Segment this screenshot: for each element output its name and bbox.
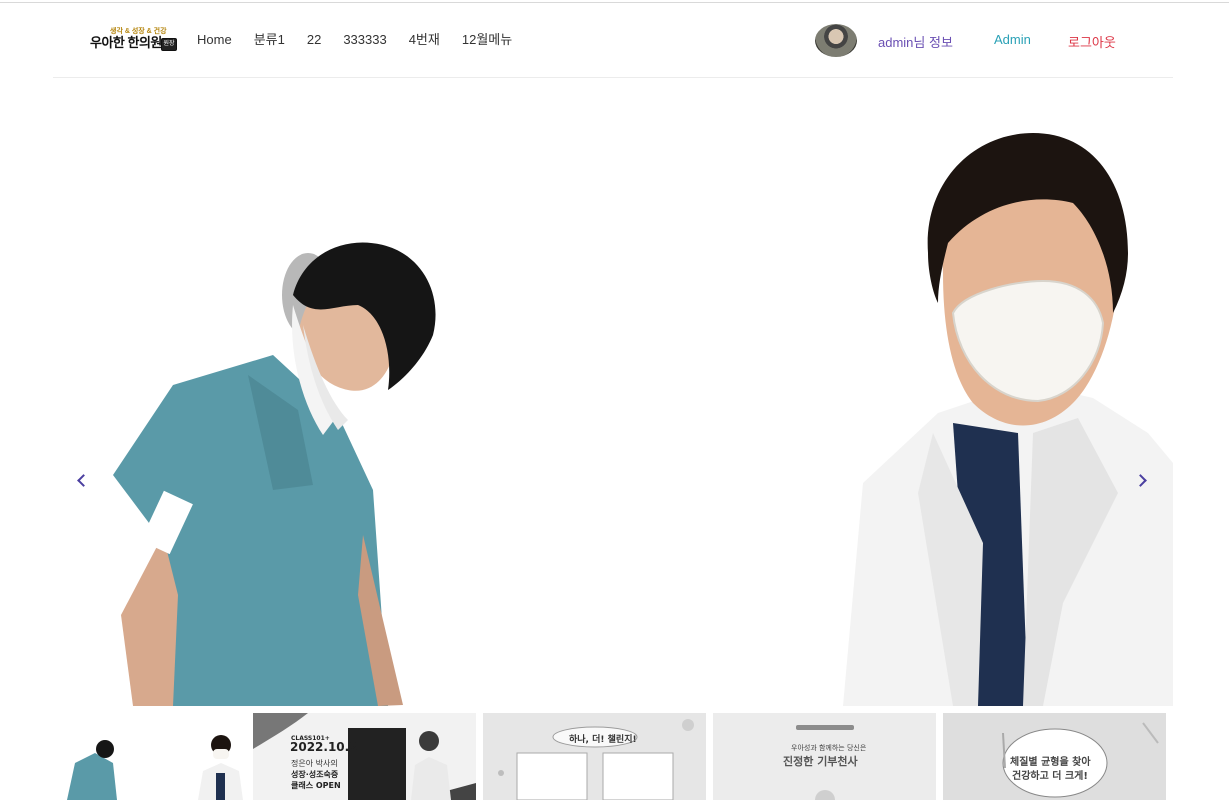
doctor-whitecoat-photo	[843, 133, 1173, 706]
donation-title: 진정한 기부천사	[783, 755, 858, 768]
thumbnail-challenge-banner[interactable]: 하나, 더! 챌린지!	[483, 713, 706, 800]
nav-4th[interactable]: 4번재	[409, 31, 440, 49]
user-info-link[interactable]: admin님 정보	[878, 32, 953, 51]
site-header: 생각 & 성장 & 건강 우아한 한의원 원장 Home 분류1 22 3333…	[53, 3, 1173, 78]
class-banner-decoration	[253, 713, 476, 800]
thumbnail-class-banner[interactable]: CLASS101+ 2022.10.21 정은아 박사의 성장·성조숙증 클래스…	[253, 713, 476, 800]
thumbnail-donation-banner[interactable]: 우아성과 함께하는 당신은 진정한 기부천사	[713, 713, 936, 800]
doctor-scrubs-photo	[113, 242, 436, 706]
nav-december-menu[interactable]: 12월메뉴	[462, 31, 512, 49]
nav-category1[interactable]: 분류1	[254, 31, 285, 49]
hero-carousel	[53, 95, 1173, 706]
user-avatar[interactable]	[815, 24, 857, 57]
nav-home[interactable]: Home	[197, 31, 232, 49]
donation-line1: 우아성과 함께하는 당신은	[791, 744, 867, 752]
chevron-right-icon	[1133, 473, 1147, 487]
nav-333333[interactable]: 333333	[343, 31, 386, 49]
site-logo[interactable]: 생각 & 성장 & 건강 우아한 한의원 원장	[90, 28, 177, 54]
challenge-banner-decoration	[498, 719, 694, 800]
main-nav: Home 분류1 22 333333 4번재 12월메뉴	[197, 31, 534, 49]
nav-22[interactable]: 22	[307, 31, 321, 49]
admin-link[interactable]: Admin	[994, 32, 1031, 47]
health-line2: 건강하고 더 크게!	[1012, 771, 1088, 782]
thumbnail-strip: CLASS101+ 2022.10.21 정은아 박사의 성장·성조숙증 클래스…	[53, 713, 1229, 800]
logo-badge: 원장	[161, 38, 177, 51]
logo-tagline: 생각 & 성장 & 건강	[110, 28, 167, 35]
class-line3: 클래스 OPEN	[291, 781, 341, 790]
thumbnail-health-banner[interactable]: 체질별 균형을 찾아 건강하고 더 크게!	[943, 713, 1166, 800]
carousel-next-button[interactable]	[1127, 465, 1157, 495]
chevron-left-icon	[76, 473, 90, 487]
class-line2: 성장·성조숙증	[291, 770, 339, 779]
carousel-prev-button[interactable]	[66, 465, 96, 495]
challenge-title: 하나, 더! 챌린지!	[569, 735, 637, 745]
logo-name: 우아한 한의원	[90, 35, 162, 50]
thumbnail-doctors[interactable]	[53, 713, 248, 800]
doctors-thumbnail-image	[67, 735, 243, 800]
class-line1: 정은아 박사의	[291, 759, 338, 768]
class-date: 2022.10.21	[290, 740, 366, 754]
logout-link[interactable]: 로그아웃	[1068, 32, 1116, 51]
health-line1: 체질별 균형을 찾아	[1010, 757, 1091, 768]
